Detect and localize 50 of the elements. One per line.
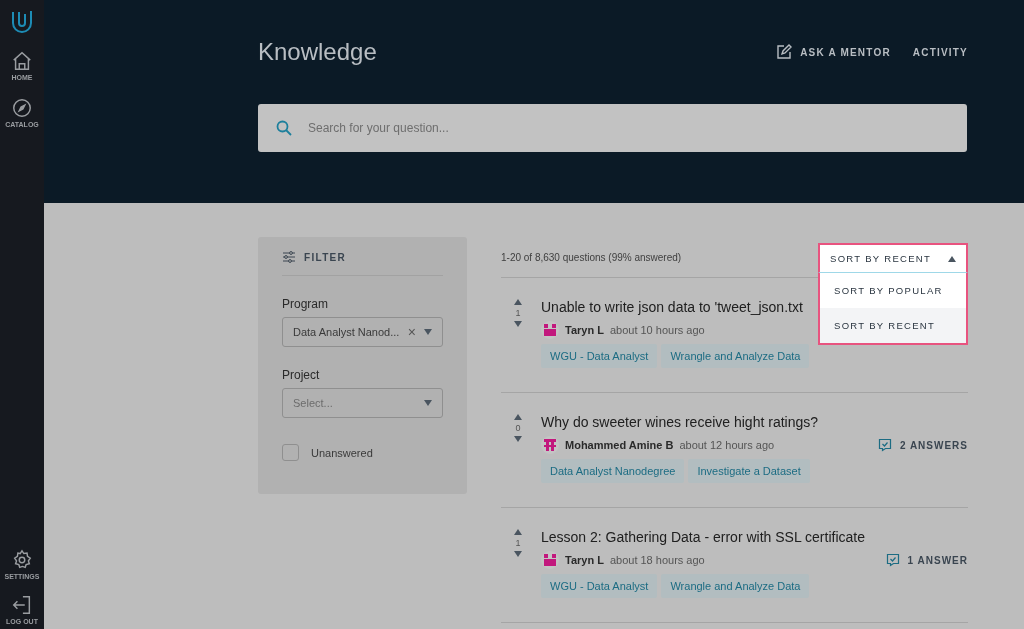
avatar-icon [541, 551, 559, 569]
question-title[interactable]: Why do sweeter wines receive hight ratings? [541, 414, 968, 430]
results-summary: 1-20 of 8,630 questions (99% answered) [501, 251, 682, 263]
post-time: about 18 hours ago [609, 554, 705, 566]
vote-count: 1 [515, 308, 521, 318]
post-time: about 12 hours ago [679, 439, 775, 451]
search-icon [276, 120, 292, 136]
vote-count: 1 [515, 538, 521, 548]
header-link[interactable]: ASK A MENTOR [776, 44, 891, 60]
search-input[interactable]: Search for your question... [306, 120, 949, 136]
avatar-icon [541, 321, 559, 339]
search-field[interactable]: Search for your question... [258, 104, 967, 152]
page-title: Knowledge [258, 38, 377, 66]
field-label: Program [282, 297, 329, 311]
author-name: Mohammed Amine B [565, 439, 674, 451]
log-out-icon [11, 594, 33, 616]
upvote-button[interactable] [514, 299, 522, 305]
answers-link[interactable]: 1 ANSWER [885, 553, 968, 567]
author-name: Taryn L [565, 554, 604, 566]
author-name: Taryn L [565, 324, 604, 336]
caret-icon [948, 255, 956, 262]
caret-icon [424, 400, 432, 406]
filter-title: FILTER [304, 251, 347, 263]
logo-icon[interactable] [9, 8, 35, 34]
upvote-button[interactable] [514, 529, 522, 535]
answers-icon [877, 438, 892, 452]
vote-count: 0 [515, 423, 521, 433]
program-select[interactable]: Data Analyst Nanod... × [282, 317, 443, 347]
upvote-button[interactable] [514, 414, 522, 420]
checkbox-label: Unanswered [311, 446, 373, 459]
home-icon [11, 50, 33, 72]
checkbox[interactable] [282, 444, 299, 461]
question-title[interactable]: Lesson 2: Gathering Data - error with SSL certificate [541, 529, 968, 545]
downvote-button[interactable] [514, 551, 522, 557]
avatar-icon [541, 436, 559, 454]
compass-icon [11, 97, 33, 119]
sliders-icon [282, 251, 296, 263]
sort-option[interactable]: SORT BY RECENT [820, 308, 966, 343]
edit-icon [776, 44, 793, 60]
header-link[interactable]: ACTIVITY [912, 46, 968, 58]
downvote-button[interactable] [514, 321, 522, 327]
caret-icon [424, 329, 432, 335]
settings-icon [11, 549, 33, 571]
clear-button[interactable]: × [407, 324, 416, 340]
field-label: Project [282, 368, 321, 382]
answers-link[interactable]: 2 ANSWERS [877, 438, 968, 452]
sort-dropdown[interactable]: SORT BY RECENT [818, 243, 968, 273]
downvote-button[interactable] [514, 436, 522, 442]
answers-icon [885, 553, 900, 567]
post-time: about 10 hours ago [609, 324, 705, 336]
